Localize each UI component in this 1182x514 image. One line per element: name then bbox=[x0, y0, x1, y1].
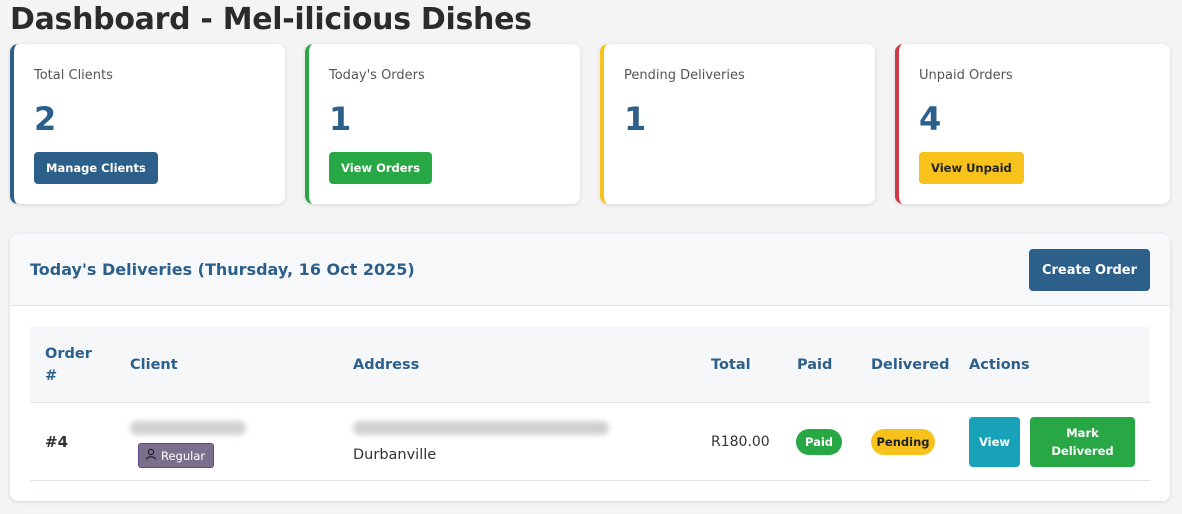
view-orders-button[interactable]: View Orders bbox=[329, 152, 433, 184]
delivery-status-badge: Pending bbox=[871, 429, 935, 455]
column-header-order: Order # bbox=[45, 346, 92, 384]
stat-value: 1 bbox=[329, 100, 352, 138]
stat-card-unpaid-orders: Unpaid Orders 4 View Unpaid bbox=[895, 44, 1170, 204]
mark-delivered-button[interactable]: Mark Delivered bbox=[1030, 417, 1135, 467]
order-number: #4 bbox=[45, 433, 69, 451]
stat-value: 1 bbox=[624, 100, 647, 138]
client-name-redacted bbox=[130, 421, 246, 439]
table-row: #4 Regular Durbanville R180.00 Paid Pend… bbox=[30, 403, 1150, 481]
manage-clients-button[interactable]: Manage Clients bbox=[34, 152, 158, 184]
badge-label: Regular bbox=[161, 448, 206, 463]
table-header: Order # Client Address Total Paid Delive… bbox=[30, 327, 1150, 403]
stat-label: Total Clients bbox=[34, 68, 113, 83]
stat-card-total-clients: Total Clients 2 Manage Clients bbox=[10, 44, 285, 204]
page-title: Dashboard - Mel-ilicious Dishes bbox=[10, 2, 532, 37]
todays-deliveries-panel: Today's Deliveries (Thursday, 16 Oct 202… bbox=[10, 234, 1170, 501]
column-header-actions: Actions bbox=[969, 357, 1030, 373]
stat-value: 2 bbox=[34, 100, 57, 138]
stat-card-todays-orders: Today's Orders 1 View Orders bbox=[305, 44, 580, 204]
panel-title: Today's Deliveries (Thursday, 16 Oct 202… bbox=[30, 260, 415, 279]
column-header-address: Address bbox=[353, 357, 420, 373]
stat-label: Unpaid Orders bbox=[919, 68, 1013, 83]
paid-status-badge: Paid bbox=[796, 429, 842, 455]
column-header-delivered: Delivered bbox=[871, 357, 950, 373]
column-header-paid: Paid bbox=[797, 357, 833, 373]
column-header-client: Client bbox=[130, 357, 178, 373]
order-total: R180.00 bbox=[711, 434, 770, 450]
column-header-total: Total bbox=[711, 357, 751, 373]
stats-cards: Total Clients 2 Manage Clients Today's O… bbox=[10, 44, 1170, 204]
address-line2: Durbanville bbox=[353, 447, 437, 463]
stat-label: Today's Orders bbox=[329, 68, 425, 83]
stat-value: 4 bbox=[919, 100, 942, 138]
stat-card-pending-deliveries: Pending Deliveries 1 bbox=[600, 44, 875, 204]
view-unpaid-button[interactable]: View Unpaid bbox=[919, 152, 1024, 184]
user-icon bbox=[145, 448, 157, 463]
deliveries-table: Order # Client Address Total Paid Delive… bbox=[30, 327, 1150, 481]
client-type-badge: Regular bbox=[138, 443, 215, 468]
address-line1-redacted bbox=[353, 421, 609, 439]
panel-header: Today's Deliveries (Thursday, 16 Oct 202… bbox=[10, 234, 1170, 306]
stat-label: Pending Deliveries bbox=[624, 68, 745, 83]
view-order-button[interactable]: View bbox=[969, 417, 1020, 467]
create-order-button[interactable]: Create Order bbox=[1029, 249, 1150, 291]
